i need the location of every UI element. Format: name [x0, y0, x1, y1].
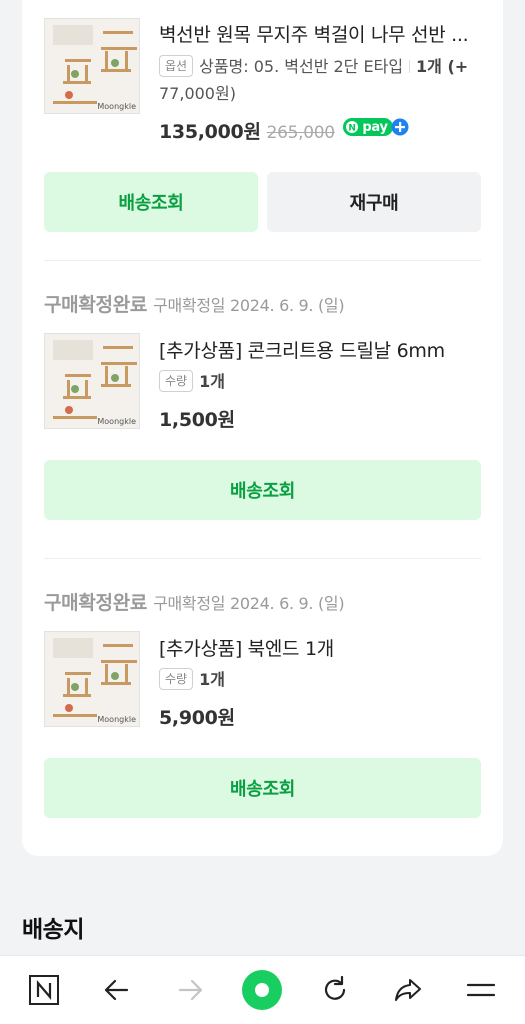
- option-chip: 옵션: [159, 55, 194, 77]
- forward-arrow-icon: [178, 979, 202, 1001]
- status-label: 구매확정완료: [44, 294, 148, 316]
- price: 1,500원: [159, 409, 235, 431]
- quantity-text: 1개 (+: [416, 57, 469, 76]
- thumb-brand-label: Moongkle: [97, 715, 136, 724]
- option-row: 옵션 상품명: 05. 벽선반 2단 E타입 1개 (+ 77,000원): [159, 53, 484, 107]
- share-button[interactable]: [384, 966, 432, 1014]
- option-separator: [409, 60, 411, 73]
- quantity-extra: 77,000원): [159, 84, 236, 103]
- svg-text:N: N: [348, 124, 355, 134]
- original-price: 265,000: [266, 123, 336, 143]
- status-date: 구매확정일 2024. 6. 9. (일): [153, 594, 345, 613]
- status-label: 구매확정완료: [44, 592, 148, 614]
- refresh-button[interactable]: [311, 966, 359, 1014]
- quantity-chip: 수량: [159, 370, 194, 392]
- divider: [44, 558, 481, 559]
- product-title[interactable]: [추가상품] 콘크리트용 드릴날 6mm: [159, 336, 484, 363]
- option-row: 수량 1개: [159, 666, 484, 693]
- product-thumbnail[interactable]: Moongkle: [44, 333, 140, 429]
- menu-button[interactable]: [457, 966, 505, 1014]
- option-row: 수량 1개: [159, 368, 484, 395]
- back-arrow-icon: [104, 979, 129, 1001]
- thumb-brand-label: Moongkle: [97, 102, 136, 111]
- divider: [44, 260, 481, 261]
- product-title[interactable]: 벽선반 원목 무지주 벽걸이 나무 선반 ...: [159, 20, 484, 47]
- delivery-tracking-button[interactable]: 배송조회: [44, 460, 481, 520]
- delivery-tracking-button[interactable]: 배송조회: [44, 758, 481, 818]
- price: 135,000원: [159, 121, 261, 143]
- browser-bottom-nav: [0, 955, 525, 1024]
- green-dot-icon: [242, 970, 283, 1010]
- shipping-address-title: 배송지: [22, 917, 84, 943]
- product-title[interactable]: [추가상품] 북엔드 1개: [159, 634, 484, 661]
- price-row: 135,000원 265,000 N pay: [159, 117, 409, 144]
- green-dot-button[interactable]: [238, 966, 286, 1014]
- forward-button[interactable]: [166, 966, 214, 1014]
- repurchase-button[interactable]: 재구매: [267, 172, 481, 232]
- npay-badge-icon: N pay: [342, 118, 409, 136]
- naver-home-button[interactable]: [20, 966, 68, 1014]
- quantity-text: 1개: [199, 372, 225, 391]
- share-icon: [394, 979, 421, 1001]
- product-thumbnail[interactable]: Moongkle: [44, 631, 140, 727]
- menu-icon: [466, 983, 495, 997]
- price: 5,900원: [159, 707, 235, 729]
- thumb-brand-label: Moongkle: [97, 417, 136, 426]
- back-button[interactable]: [93, 966, 141, 1014]
- naver-home-icon: [29, 975, 60, 1005]
- order-status: 구매확정완료 구매확정일 2024. 6. 9. (일): [44, 290, 345, 317]
- order-status: 구매확정완료 구매확정일 2024. 6. 9. (일): [44, 588, 345, 615]
- option-text: 상품명: 05. 벽선반 2단 E타입: [199, 57, 404, 76]
- shelf-image-icon: [45, 334, 139, 428]
- refresh-icon: [325, 975, 346, 1000]
- product-thumbnail[interactable]: Moongkle: [44, 18, 140, 114]
- svg-text:pay: pay: [362, 120, 388, 135]
- shelf-image-icon: [45, 19, 139, 113]
- shelf-image-icon: [45, 632, 139, 726]
- quantity-chip: 수량: [159, 668, 194, 690]
- status-date: 구매확정일 2024. 6. 9. (일): [153, 296, 345, 315]
- delivery-tracking-button[interactable]: 배송조회: [44, 172, 258, 232]
- quantity-text: 1개: [199, 670, 225, 689]
